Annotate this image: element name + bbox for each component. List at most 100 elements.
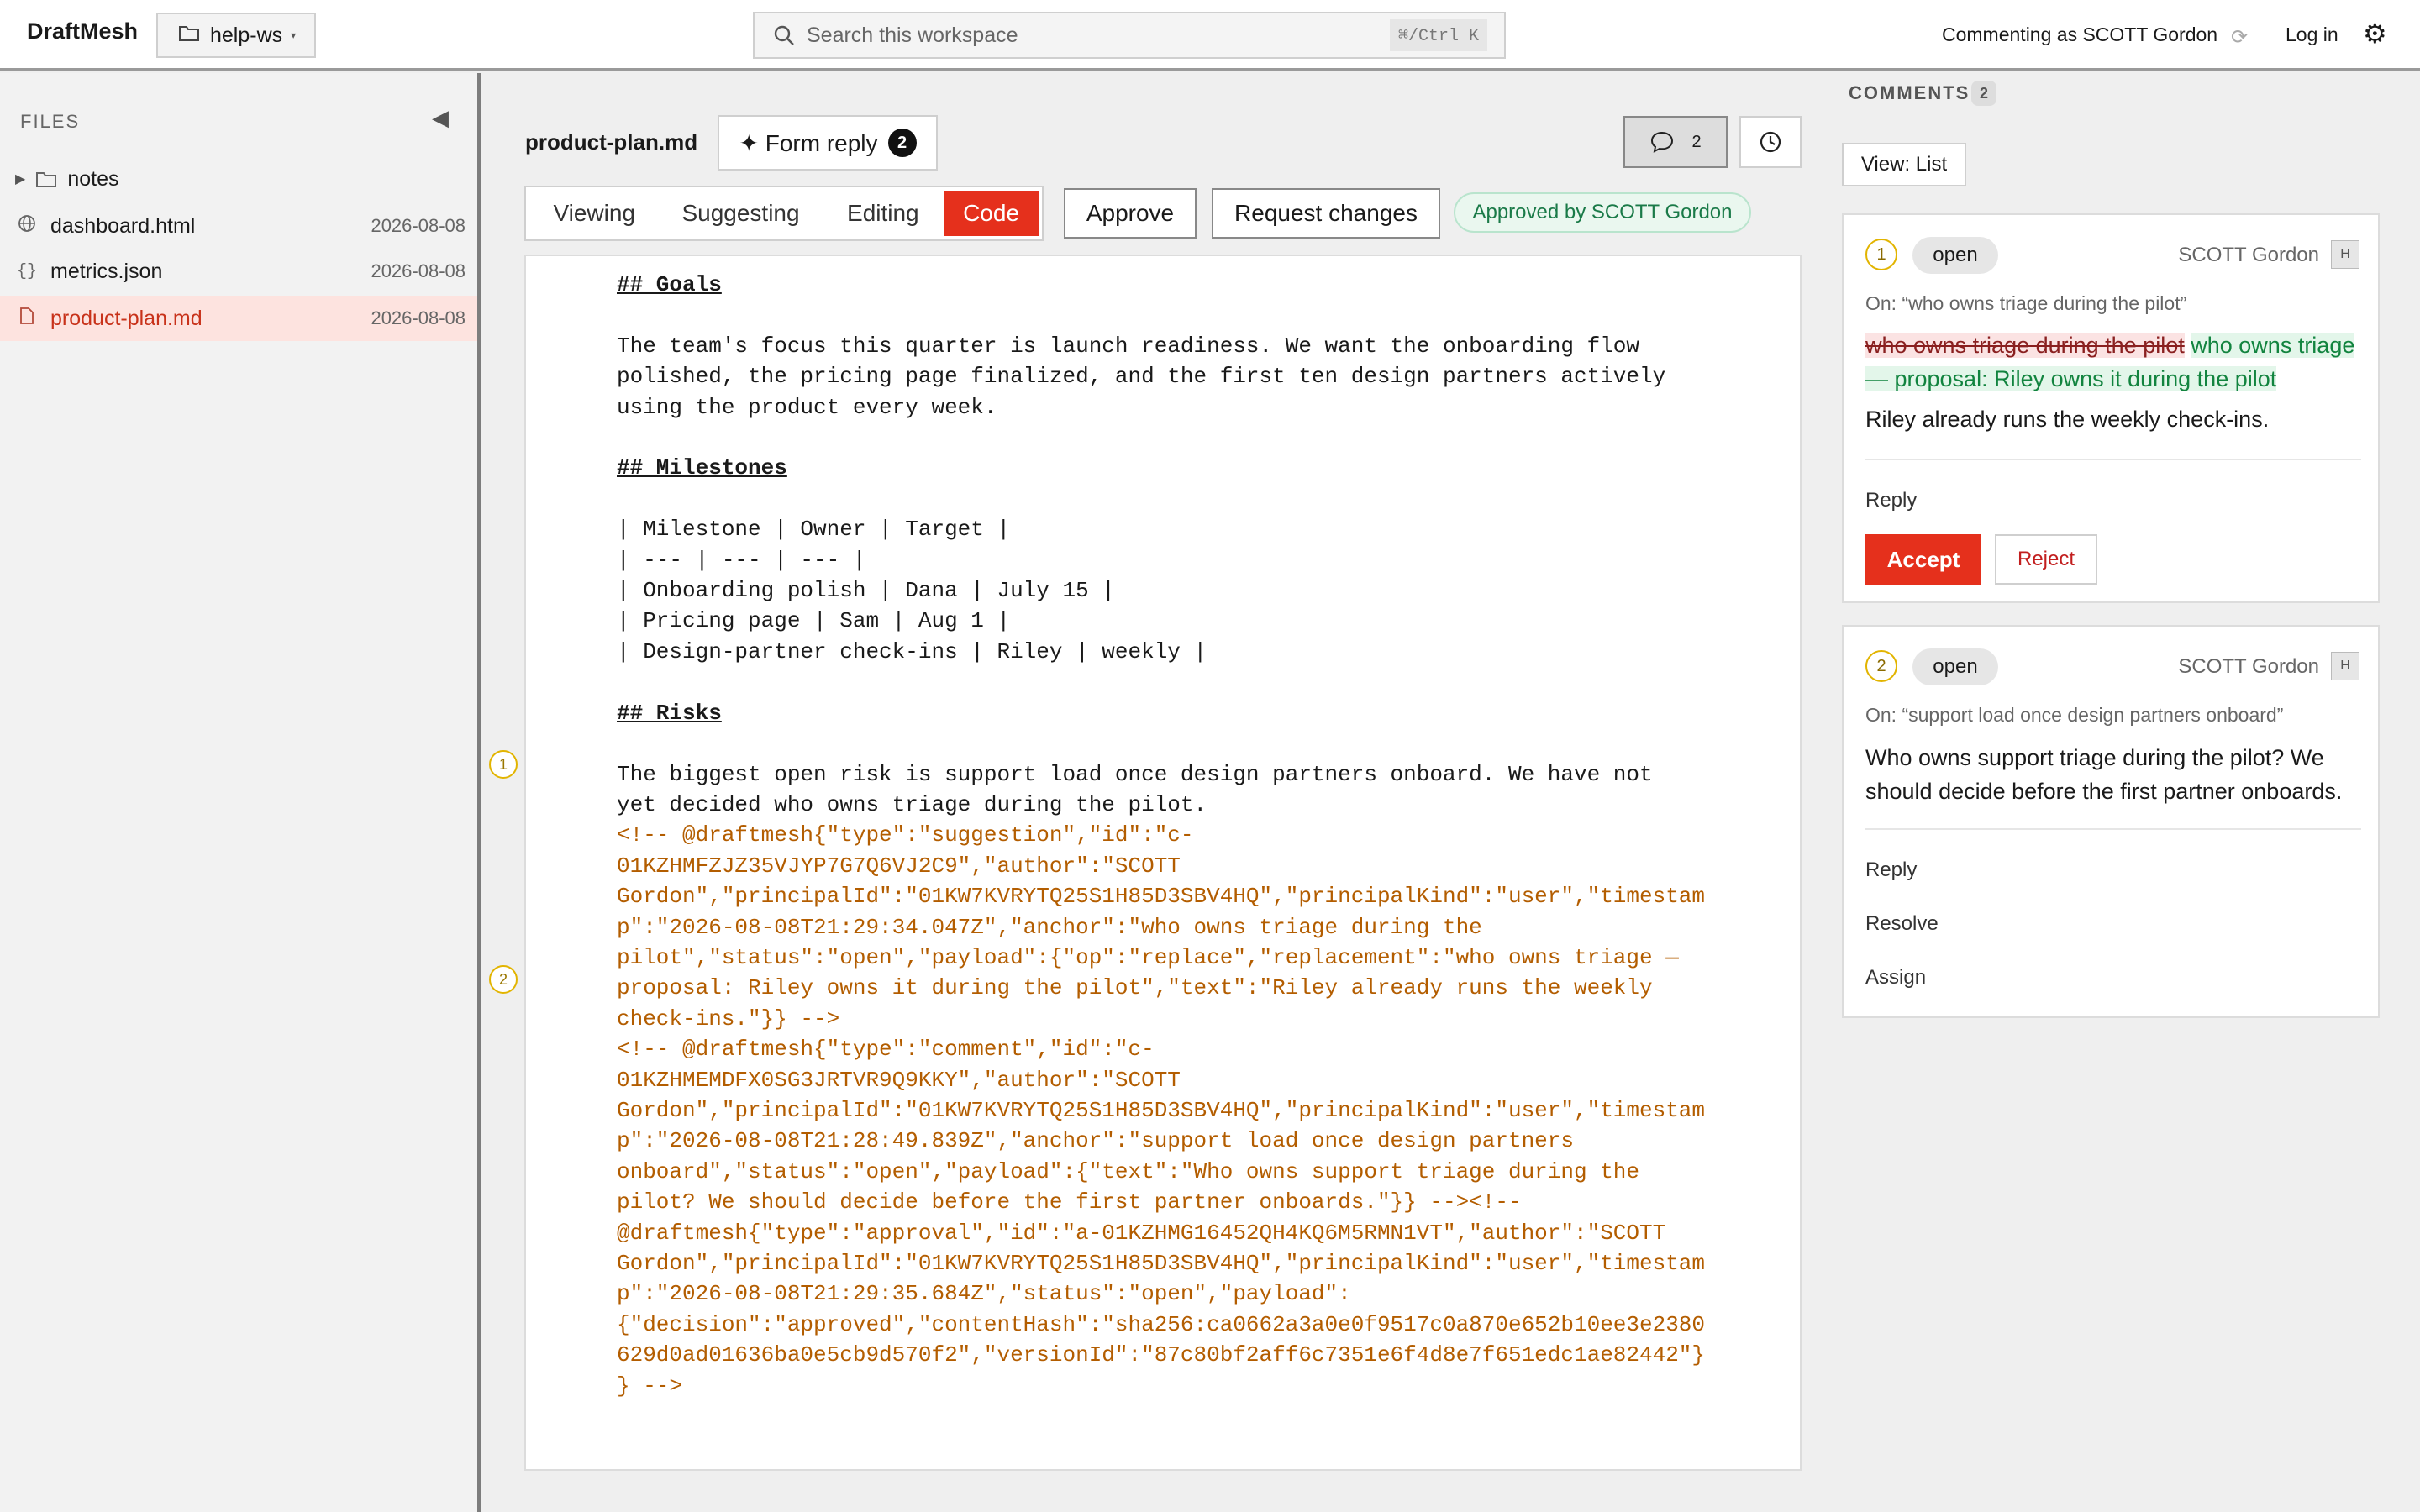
code-line: Gordon","principalId":"01KW7KVRYTQ25S1H8… — [617, 1097, 1706, 1123]
code-line: ## Risks — [617, 700, 722, 726]
reply-button[interactable]: Reply — [1865, 858, 1917, 882]
comment-number: 2 — [1865, 650, 1897, 682]
code-line: | Milestone | Owner | Target | — [617, 517, 1011, 543]
login-link[interactable]: Log in — [2286, 24, 2338, 46]
sidebar-item-metrics[interactable]: {} metrics.json 2026-08-08 — [0, 249, 477, 294]
collapse-sidebar-icon[interactable]: ◀ — [432, 105, 449, 131]
comments-toggle-count: 2 — [1691, 132, 1702, 151]
tab-editing[interactable]: Editing — [823, 191, 944, 236]
code-line: p":"2026-08-08T21:28:49.839Z","anchor":"… — [617, 1128, 1574, 1154]
code-line: <!-- @draftmesh{"type":"comment","id":"c… — [617, 1037, 1155, 1063]
search-input[interactable] — [807, 13, 1390, 57]
sidebar-item-date: 2026-08-08 — [371, 307, 466, 328]
sidebar-item-label: notes — [67, 166, 119, 191]
workspace-switcher[interactable]: help-ws ▾ — [156, 13, 316, 58]
code-line: yet decided who owns triage during the p… — [617, 791, 1207, 817]
code-line: pilot? We should decide before the first… — [617, 1189, 1522, 1215]
code-line: The team's focus this quarter is launch … — [617, 333, 1639, 359]
avatar: H — [2331, 240, 2360, 269]
reply-button[interactable]: Reply — [1865, 489, 1917, 512]
suggestion-diff: who owns triage during the pilot who own… — [1865, 328, 2370, 396]
comment-card: 1 open SCOTT Gordon H On: “who owns tria… — [1842, 213, 2380, 603]
clock-icon — [1758, 129, 1783, 155]
app-logo[interactable]: DraftMesh — [27, 18, 138, 45]
tab-code[interactable]: Code — [944, 191, 1039, 236]
search-box[interactable]: ⌘/Ctrl K — [753, 12, 1506, 59]
form-reply-button[interactable]: ✦ Form reply 2 — [718, 115, 938, 171]
file-sidebar: FILES ◀ ▶ notes dashboard.html 2026-08-0… — [0, 73, 481, 1512]
sync-icon: ⟳ — [2231, 26, 2249, 49]
folder-icon — [178, 24, 200, 48]
tab-viewing[interactable]: Viewing — [529, 191, 659, 236]
comment-anchor: On: “support load once design partners o… — [1865, 704, 2284, 726]
comment-card: 2 open SCOTT Gordon H On: “support load … — [1842, 625, 2380, 1018]
code-line: | Pricing page | Sam | Aug 1 | — [617, 608, 1011, 634]
history-button[interactable] — [1739, 116, 1802, 168]
comment-text: Riley already runs the weekly check-ins. — [1865, 407, 2270, 432]
avatar: H — [2331, 652, 2360, 680]
code-line: | Design-partner check-ins | Riley | wee… — [617, 638, 1207, 664]
resolve-button[interactable]: Resolve — [1865, 912, 1939, 936]
comment-number: 1 — [1865, 239, 1897, 270]
comments-toggle-button[interactable]: 2 — [1623, 116, 1728, 168]
comment-author: SCOTT Gordon — [2178, 655, 2319, 678]
sidebar-item-label: product-plan.md — [50, 306, 203, 330]
code-line: p":"2026-08-08T21:29:35.684Z","status":"… — [617, 1281, 1351, 1307]
file-icon — [13, 307, 40, 330]
code-line: 01KZHMFZJZ35VJYP7G7Q6VJ2C9","author":"SC… — [617, 853, 1181, 879]
comment-text: Who owns support triage during the pilot… — [1865, 745, 2343, 804]
comments-count-badge: 2 — [1971, 81, 1996, 106]
code-line: | --- | --- | --- | — [617, 547, 866, 573]
code-line: check-ins."}} --> — [617, 1005, 840, 1032]
sidebar-item-dashboard[interactable]: dashboard.html 2026-08-08 — [0, 203, 477, 249]
comment-author: SCOTT Gordon — [2178, 244, 2319, 266]
code-line: onboard","status":"open","payload":{"tex… — [617, 1158, 1639, 1184]
code-line: @draftmesh{"type":"approval","id":"a-01K… — [617, 1220, 1666, 1246]
code-line: | Onboarding polish | Dana | July 15 | — [617, 578, 1115, 604]
search-icon — [773, 24, 795, 46]
tab-suggesting[interactable]: Suggesting — [659, 191, 822, 236]
code-line: Gordon","principalId":"01KW7KVRYTQ25S1H8… — [617, 884, 1706, 910]
code-line: {"decision":"approved","contentHash":"sh… — [617, 1311, 1706, 1337]
code-content[interactable]: ## Goals The team's focus this quarter i… — [617, 270, 1705, 1401]
deleted-text: who owns triage during the pilot — [1865, 333, 2185, 358]
code-line: 629d0ad01636ba0e5cb9d570f2","versionId":… — [617, 1342, 1706, 1368]
gear-icon[interactable]: ⚙ — [2363, 20, 2387, 47]
code-line: ## Milestones — [617, 455, 787, 481]
globe-icon — [13, 214, 40, 238]
code-editor[interactable]: ## Goals The team's focus this quarter i… — [524, 255, 1802, 1471]
code-line: pilot","status":"open","payload":{"op":"… — [617, 944, 1679, 970]
status-badge: open — [1912, 648, 1998, 685]
comments-heading: COMMENTS — [1849, 82, 1970, 103]
code-line: } --> — [617, 1373, 683, 1399]
view-mode-button[interactable]: View: List — [1842, 143, 1966, 186]
assign-button[interactable]: Assign — [1865, 966, 1926, 990]
accept-button[interactable]: Accept — [1865, 534, 1981, 585]
code-line: ## Goals — [617, 272, 722, 297]
comment-marker-1[interactable]: 1 — [489, 750, 518, 779]
code-line: p":"2026-08-08T21:29:34.047Z","anchor":"… — [617, 914, 1482, 940]
commenting-as-label: Commenting as SCOTT Gordon — [1942, 24, 2218, 45]
workspace-name: help-ws — [210, 23, 283, 47]
editor-mode-tabs: Viewing Suggesting Editing Code — [524, 186, 1044, 241]
approve-button[interactable]: Approve — [1064, 188, 1197, 239]
comment-marker-2[interactable]: 2 — [489, 965, 518, 994]
code-line: using the product every week. — [617, 394, 997, 420]
sidebar-item-label: metrics.json — [50, 259, 163, 283]
code-line: Gordon","principalId":"01KW7KVRYTQ25S1H8… — [617, 1251, 1706, 1276]
sidebar-item-notes[interactable]: ▶ notes — [0, 156, 477, 202]
code-line: proposal: Riley owns it during the pilot… — [617, 975, 1653, 1001]
folder-icon — [35, 170, 57, 188]
top-bar: DraftMesh help-ws ▾ ⌘/Ctrl K Commenting … — [0, 0, 2420, 71]
expand-triangle-icon[interactable]: ▶ — [15, 171, 25, 187]
sidebar-item-date: 2026-08-08 — [371, 215, 466, 236]
reject-button[interactable]: Reject — [1995, 534, 2097, 585]
sidebar-item-product-plan[interactable]: product-plan.md 2026-08-08 — [0, 296, 477, 341]
sidebar-item-label: dashboard.html — [50, 213, 196, 238]
comment-anchor: On: “who owns triage during the pilot” — [1865, 292, 2187, 314]
speech-bubble-icon — [1649, 130, 1675, 154]
sidebar-item-date: 2026-08-08 — [371, 260, 466, 281]
request-changes-button[interactable]: Request changes — [1212, 188, 1440, 239]
divider — [1865, 828, 2361, 830]
form-reply-count: 2 — [887, 129, 917, 157]
